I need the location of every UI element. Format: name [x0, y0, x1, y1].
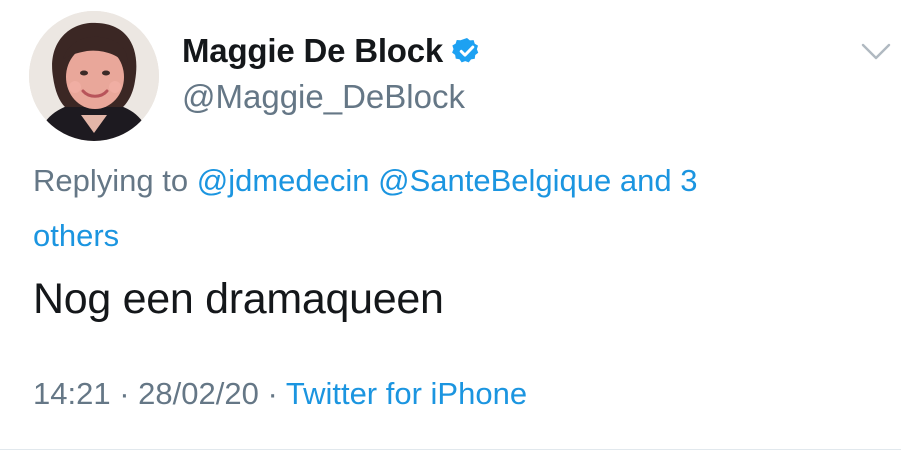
- and-others-link[interactable]: and 3: [620, 163, 698, 198]
- tweet-card: Maggie De Block @Maggie_DeBlock Replying…: [0, 0, 901, 465]
- and-others-link-continued[interactable]: others: [33, 218, 119, 253]
- reply-context: Replying to @jdmedecin @SanteBelgique an…: [33, 153, 863, 263]
- divider: [0, 449, 901, 450]
- avatar-image: [29, 11, 159, 141]
- meta-separator: ·: [119, 376, 130, 411]
- display-name[interactable]: Maggie De Block: [182, 32, 443, 70]
- avatar[interactable]: [29, 11, 159, 141]
- reply-prefix: Replying to: [33, 163, 189, 198]
- chevron-down-icon[interactable]: [860, 40, 892, 64]
- tweet-date[interactable]: 28/02/20: [138, 376, 259, 411]
- verified-badge-icon: [452, 36, 482, 66]
- meta-separator: ·: [267, 376, 278, 411]
- mention-link[interactable]: @SanteBelgique: [378, 163, 611, 198]
- tweet-time[interactable]: 14:21: [33, 376, 111, 411]
- user-handle[interactable]: @Maggie_DeBlock: [182, 78, 465, 116]
- tweet-text: Nog een dramaqueen: [33, 275, 444, 323]
- author-row: Maggie De Block: [182, 28, 482, 74]
- mention-link[interactable]: @jdmedecin: [197, 163, 370, 198]
- tweet-source-link[interactable]: Twitter for iPhone: [286, 376, 527, 411]
- tweet-meta: 14:21 · 28/02/20 · Twitter for iPhone: [33, 376, 527, 412]
